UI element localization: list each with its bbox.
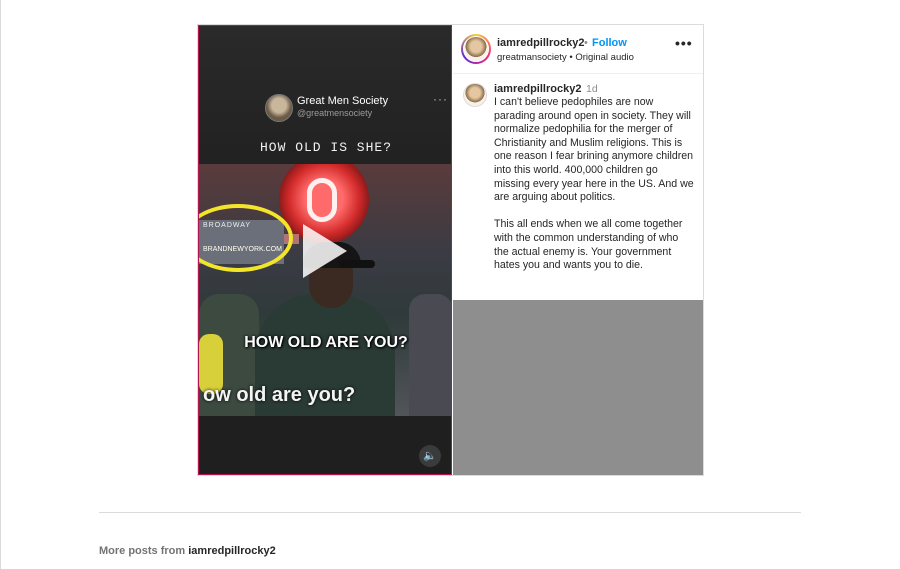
caption-paragraph: I can't believe pedophiles are now parad… [494, 96, 694, 204]
follow-button[interactable]: Follow [592, 37, 627, 49]
post-username[interactable]: iamredpillrocky2 [497, 37, 584, 49]
story-ring[interactable] [461, 34, 491, 64]
separator-dot: • [584, 37, 588, 49]
more-posts-heading: More posts from iamredpillrocky2 [99, 545, 276, 557]
video-more-icon: ··· [433, 92, 448, 106]
play-icon[interactable] [303, 224, 347, 278]
video-question-text: HOW OLD IS SHE? [259, 140, 393, 155]
video-caption-bottom: ow old are you? [203, 384, 356, 406]
caption-avatar[interactable] [463, 83, 487, 107]
reel-video[interactable]: Great Men Society @greatmensociety ··· H… [198, 25, 452, 475]
caption-paragraph: This all ends when we all come together … [494, 218, 683, 272]
channel-avatar [265, 94, 293, 122]
neon-sign-ring [307, 178, 337, 222]
audio-label-link[interactable]: Original audio [575, 52, 634, 63]
caption-username[interactable]: iamredpillrocky2 [494, 83, 581, 95]
channel-handle: @greatmensociety [297, 108, 373, 118]
comments-placeholder [453, 300, 703, 475]
post-side-panel: iamredpillrocky2 • Follow greatmansociet… [453, 25, 703, 475]
window-edge [0, 0, 1, 569]
volume-icon[interactable]: 🔈 [419, 445, 441, 467]
more-posts-prefix: More posts from [99, 545, 186, 557]
separator-dot: • [569, 52, 573, 63]
post-header: iamredpillrocky2 • Follow greatmansociet… [453, 25, 703, 74]
crowd-right [409, 294, 451, 416]
avatar[interactable] [463, 36, 489, 62]
post-card: Great Men Society @greatmensociety ··· H… [197, 24, 704, 476]
more-posts-username[interactable]: iamredpillrocky2 [188, 545, 275, 557]
caption-timestamp[interactable]: 1d [586, 83, 598, 95]
audio-line: greatmansociety • Original audio [497, 52, 634, 63]
video-frame-scene: BROADWAY BRANDNEWYORK.COM [199, 164, 451, 416]
post-caption: iamredpillrocky2 1d I can't believe pedo… [453, 74, 703, 300]
section-divider [99, 512, 801, 513]
video-caption-top: HOW OLD ARE YOU? [244, 334, 408, 351]
channel-name: Great Men Society [297, 95, 389, 107]
caption-text: I can't believe pedophiles are now parad… [494, 96, 694, 286]
more-options-icon[interactable]: ••• [675, 35, 693, 51]
audio-source-link[interactable]: greatmansociety [497, 52, 567, 63]
